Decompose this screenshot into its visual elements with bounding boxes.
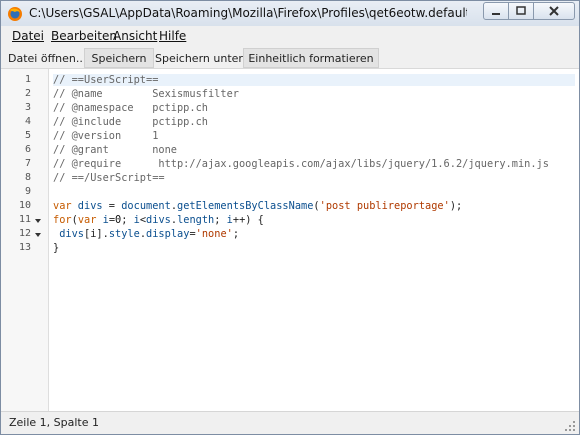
code-line: // @namespace pctipp.ch [53, 102, 208, 114]
maximize-button[interactable] [508, 2, 534, 20]
line-number: 12 [18, 228, 31, 239]
function-token: getElementsByClassName [177, 200, 314, 212]
punct-token: [i]. [84, 228, 109, 240]
toolbar: Datei öffnen... Speichern Speichern unte… [1, 48, 579, 68]
code-line: for(var i=0; i<divs.length; i++) { [53, 214, 264, 226]
string-token: 'none' [195, 228, 233, 240]
line-number: 4 [24, 116, 31, 127]
punct-token: ; [121, 214, 134, 226]
identifier-token: divs [59, 228, 85, 240]
firefox-icon [8, 7, 22, 21]
fold-arrow-icon[interactable] [35, 233, 41, 237]
operator-token: = [102, 200, 122, 212]
minimize-icon [492, 13, 500, 15]
line-number: 8 [24, 172, 31, 183]
line-number: 7 [24, 158, 31, 169]
code-line: divs[i].style.display='none'; [53, 228, 239, 240]
close-button[interactable] [533, 2, 575, 20]
code-line: // @name Sexismusfilter [53, 88, 239, 100]
minimize-button[interactable] [483, 2, 509, 20]
line-number: 6 [24, 144, 31, 155]
resize-grip-icon[interactable] [564, 420, 576, 432]
line-number: 13 [18, 242, 31, 253]
code-line: // ==/UserScript== [53, 172, 165, 184]
line-number: 10 [18, 200, 31, 211]
code-line: // @grant none [53, 144, 177, 156]
punct-token: ); [449, 200, 463, 212]
code-line: // @version 1 [53, 130, 159, 142]
keyword-token: var [77, 214, 97, 226]
punct-token: ; [214, 214, 227, 226]
line-gutter: 1 2 3 4 5 6 7 8 9 10 11 12 13 [1, 69, 49, 412]
code-line: // @require http://ajax.googleapis.com/a… [53, 158, 549, 170]
keyword-token: for [53, 214, 72, 226]
code-editor[interactable]: 1 2 3 4 5 6 7 8 9 10 11 12 13 // ==UserS… [1, 68, 579, 412]
string-token: 'post publireportage' [319, 200, 450, 212]
line-number: 1 [24, 74, 31, 85]
save-as-button[interactable]: Speichern unter... [154, 48, 252, 68]
window-title: C:\Users\GSAL\AppData\Roaming\Mozilla\Fi… [29, 6, 467, 20]
editor-window: C:\Users\GSAL\AppData\Roaming\Mozilla\Fi… [0, 0, 580, 435]
property-token: display [146, 228, 190, 240]
close-icon [549, 6, 559, 16]
code-line: } [53, 242, 60, 254]
format-button[interactable]: Einheitlich formatieren [243, 48, 379, 68]
menu-datei[interactable]: Datei [12, 29, 44, 43]
code-line: // ==UserScript== [53, 74, 575, 86]
keyword-token: var [53, 200, 72, 212]
status-bar: Zeile 1, Spalte 1 [1, 411, 579, 434]
code-line: // @include pctipp.ch [53, 116, 208, 128]
property-token: length [177, 214, 215, 226]
line-number: 9 [24, 186, 31, 197]
property-token: style [108, 228, 140, 240]
identifier-token: document [121, 200, 171, 212]
identifier-token: i [96, 214, 109, 226]
identifier-token: divs [71, 200, 103, 212]
punct-token: ++) { [232, 214, 264, 226]
save-button[interactable]: Speichern [84, 48, 154, 68]
open-file-button[interactable]: Datei öffnen... [7, 48, 86, 68]
code-line: var divs = document.getElementsByClassNa… [53, 200, 462, 212]
title-bar[interactable]: C:\Users\GSAL\AppData\Roaming\Mozilla\Fi… [1, 1, 579, 26]
line-number: 5 [24, 130, 31, 141]
menu-hilfe[interactable]: Hilfe [159, 29, 186, 43]
menu-ansicht[interactable]: Ansicht [113, 29, 157, 43]
menu-bearbeiten[interactable]: Bearbeiten [51, 29, 117, 43]
punct-token: ; [232, 228, 240, 240]
cursor-position: Zeile 1, Spalte 1 [9, 416, 100, 429]
line-number: 2 [24, 88, 31, 99]
fold-arrow-icon[interactable] [35, 219, 41, 223]
identifier-token: divs [146, 214, 171, 226]
maximize-icon [516, 6, 526, 15]
line-number: 11 [18, 214, 31, 225]
menu-bar: Datei Bearbeiten Ansicht Hilfe [1, 26, 579, 46]
line-number: 3 [24, 102, 31, 113]
